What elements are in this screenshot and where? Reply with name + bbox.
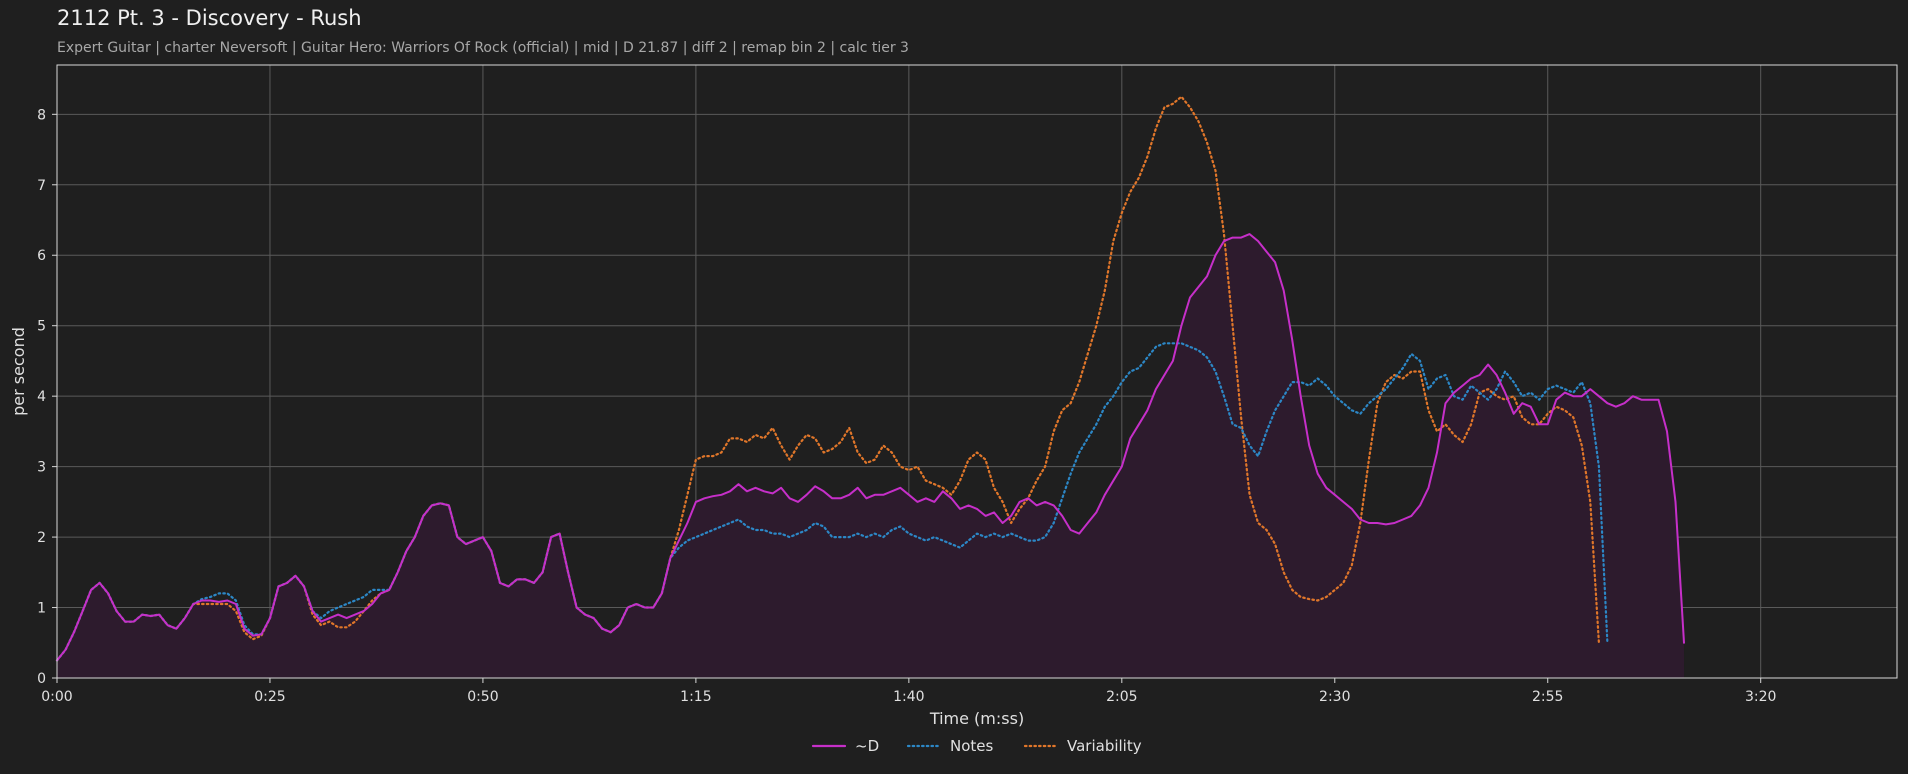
x-tick-label: 0:25 [254,689,285,705]
legend-label: Notes [950,737,994,755]
y-tick-label: 8 [37,107,46,123]
y-tick-label: 1 [37,601,46,617]
x-tick-label: 0:00 [41,689,72,705]
y-tick-label: 7 [37,178,46,194]
y-tick-label: 3 [37,460,46,476]
y-tick-label: 0 [37,671,46,687]
x-axis-label: Time (m:ss) [929,709,1024,728]
x-tick-label: 1:40 [893,689,924,705]
x-tick-label: 2:55 [1532,689,1563,705]
y-axis-label: per second [9,327,28,416]
line-chart: 0:00 0:25 0:50 1:15 1:40 2:05 2:30 2:55 3:20 0 1 2… [9,64,1898,755]
x-tick-label: 2:30 [1319,689,1350,705]
legend: ~D Notes Variability [811,737,1142,755]
legend-label: Variability [1067,737,1142,755]
y-tick-label: 4 [37,389,46,405]
x-tick-label: 0:50 [467,689,498,705]
legend-label: ~D [855,737,879,755]
area-fill-layer [57,234,1685,678]
x-tick-label: 3:20 [1745,689,1776,705]
y-tick-label: 5 [37,319,46,335]
y-tick-label: 6 [37,248,46,264]
x-axis-ticks: 0:00 0:25 0:50 1:15 1:40 2:05 2:30 2:55 3:20 [41,678,1776,705]
x-tick-label: 2:05 [1106,689,1137,705]
x-tick-label: 1:15 [680,689,711,705]
y-axis-ticks: 0 1 2 3 4 5 6 7 8 [37,107,57,687]
series-area-fill [57,234,1685,678]
y-tick-label: 2 [37,530,46,546]
